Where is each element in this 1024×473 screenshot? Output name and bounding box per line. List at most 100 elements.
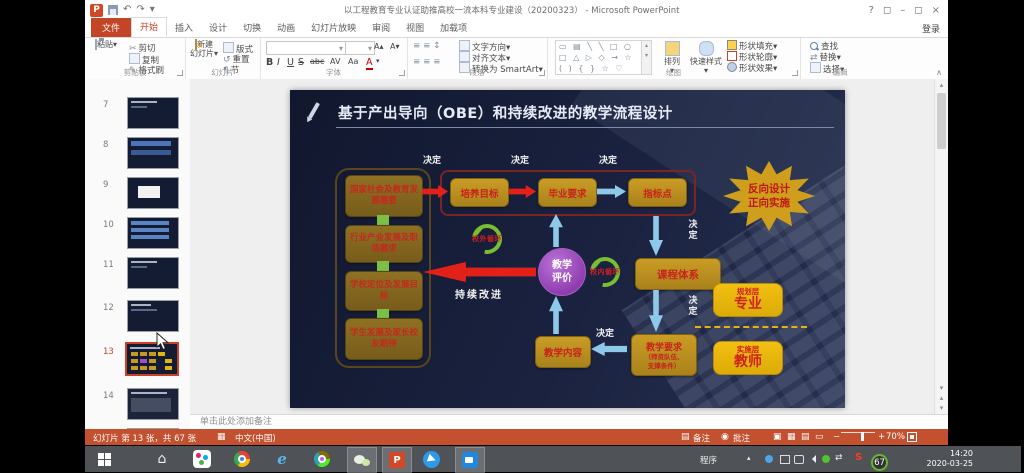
need-box-2[interactable]: 行业产业发展及职场需求 — [345, 225, 423, 263]
change-case-button[interactable]: Aa — [348, 57, 358, 66]
tab-design[interactable]: 设计 — [201, 19, 235, 37]
drawing-dialog-launcher[interactable] — [792, 70, 798, 76]
new-slide-button[interactable]: 新建 幻灯片▾ — [187, 40, 221, 58]
minimize-button[interactable]: – — [900, 5, 905, 16]
graduation-box[interactable]: 毕业要求 — [538, 178, 597, 207]
scrollbar-thumb[interactable] — [937, 93, 946, 149]
thumbnail-slide-14[interactable] — [127, 388, 179, 420]
plan-layer-box[interactable]: 规划层 专业 — [713, 283, 783, 317]
language-indicator[interactable]: 中文(中国) — [235, 432, 276, 444]
clear-formatting-button[interactable]: abc — [310, 57, 324, 66]
tray-wechat-icon[interactable] — [822, 455, 830, 463]
normal-view-button[interactable]: ▣ — [773, 432, 782, 442]
volume-icon[interactable] — [808, 455, 816, 463]
fit-slide-button[interactable] — [907, 432, 917, 442]
sign-in-link[interactable]: 登录 — [922, 22, 940, 35]
goal-box[interactable]: 培养目标 — [450, 178, 509, 207]
save-icon[interactable] — [108, 5, 118, 15]
need-box-3[interactable]: 学校定位及发展目标 — [345, 271, 423, 311]
tab-transitions[interactable]: 切换 — [235, 19, 269, 37]
tab-slideshow[interactable]: 幻灯片放映 — [303, 19, 364, 37]
help-button[interactable]: ? — [869, 5, 874, 16]
teaching-evaluation-circle[interactable]: 教学评价 — [538, 248, 586, 296]
teaching-content-box[interactable]: 教学内容 — [535, 336, 591, 368]
comments-toggle-icon[interactable]: ◉ — [721, 432, 729, 442]
tray-network-icon[interactable] — [765, 455, 773, 463]
redo-icon[interactable]: ↷ — [136, 5, 144, 15]
zoom-in-button[interactable]: + — [878, 432, 885, 442]
scroll-up-icon[interactable]: ▴ — [935, 79, 948, 89]
taskbar-chrome[interactable] — [233, 450, 251, 468]
taskbar-clock[interactable]: 14:20 2020-03-25 — [927, 449, 974, 469]
ribbon-options-button[interactable]: ◻ — [883, 5, 891, 16]
thumbnail-slide-8[interactable] — [127, 137, 179, 169]
hidden-icons-button[interactable]: ▴ — [747, 454, 751, 462]
restore-button[interactable]: ◻ — [914, 5, 922, 16]
taskbar-recorder-app[interactable] — [455, 447, 485, 473]
character-spacing-button[interactable]: AV — [330, 57, 340, 66]
slideshow-view-button[interactable]: ▭ — [815, 432, 824, 442]
paragraph-row2-icons[interactable]: ≡≡≡ — [413, 57, 443, 67]
vertical-scrollbar[interactable]: ▴ ▾ ▴ ▾ — [934, 79, 948, 414]
font-size-select[interactable]: ▾ — [345, 41, 375, 55]
scroll-down-icon[interactable]: ▾ — [935, 384, 948, 392]
thumbnail-slide-7[interactable] — [127, 97, 179, 129]
grow-font-button[interactable]: A▴ — [374, 42, 384, 51]
thumbnail-slide-12[interactable] — [127, 300, 179, 332]
previous-slide-icon[interactable]: ▴ — [935, 394, 948, 402]
zoom-slider-handle[interactable] — [861, 432, 864, 441]
font-name-select[interactable]: ▾ — [266, 41, 346, 55]
taskbar-powerpoint[interactable]: P — [382, 447, 412, 473]
paragraph-dialog-launcher[interactable] — [539, 70, 545, 76]
slide-sorter-view-button[interactable]: ▦ — [787, 432, 796, 442]
zoom-out-button[interactable]: − — [833, 432, 840, 442]
start-button[interactable] — [95, 450, 113, 468]
paragraph-row1-icons[interactable]: ≡≡↕ — [413, 41, 443, 51]
tab-animations[interactable]: 动画 — [269, 19, 303, 37]
paste-button[interactable]: 粘贴▾ — [89, 40, 123, 49]
tab-home[interactable]: 开始 — [131, 17, 167, 37]
font-dialog-launcher[interactable] — [399, 70, 405, 76]
slide-number-indicator[interactable]: 幻灯片 第 13 张，共 67 张 — [93, 432, 196, 444]
slide-thumbnail-panel[interactable]: 7 8 9 10 11 12 13 14 15 — [85, 79, 191, 429]
tray-projector-icon[interactable] — [794, 455, 804, 464]
indicator-box[interactable]: 指标点 — [628, 178, 687, 207]
tray-toolbar-label[interactable]: 程序 — [700, 454, 717, 466]
slide-edit-area[interactable]: 基于产出导向（OBE）和持续改进的教学流程设计 国家社会及教育发展需要 行业产业… — [190, 79, 935, 414]
tab-insert[interactable]: 插入 — [167, 19, 201, 37]
collapse-ribbon-button[interactable]: ∧ — [936, 68, 942, 77]
need-box-1[interactable]: 国家社会及教育发展需要 — [345, 175, 423, 217]
thumbnail-slide-11[interactable] — [127, 257, 179, 289]
notes-toggle[interactable]: 备注 — [693, 432, 710, 444]
zoom-slider-track[interactable] — [841, 432, 875, 433]
taskbar-browser-2[interactable] — [313, 450, 331, 468]
comments-toggle[interactable]: 批注 — [733, 432, 750, 444]
impl-layer-box[interactable]: 实施层 教师 — [713, 341, 783, 375]
sogou-input-icon[interactable]: S — [855, 452, 862, 463]
thumbnail-slide-10[interactable] — [127, 217, 179, 249]
notes-pane[interactable]: 单击此处添加备注 — [190, 414, 948, 430]
thumbnail-slide-13[interactable] — [125, 342, 179, 376]
tab-review[interactable]: 审阅 — [364, 19, 398, 37]
security-score-badge[interactable]: 67 — [871, 454, 888, 471]
next-slide-icon[interactable]: ▾ — [935, 404, 948, 412]
teaching-requirement-box[interactable]: 教学要求 （师资队伍、 支撑条件） — [631, 334, 697, 376]
tray-input-switch-icon[interactable]: ⇄ — [835, 453, 843, 463]
spellcheck-icon[interactable]: ▦ — [217, 432, 226, 442]
shrink-font-button[interactable]: A▾ — [390, 42, 400, 51]
slide-canvas[interactable]: 基于产出导向（OBE）和持续改进的教学流程设计 国家社会及教育发展需要 行业产业… — [290, 90, 845, 408]
tray-display-icon[interactable] — [780, 455, 790, 464]
tab-addins[interactable]: 加载项 — [432, 19, 475, 37]
notes-toggle-icon[interactable]: ▤ — [681, 432, 690, 442]
taskbar-pointer-app[interactable] — [422, 450, 440, 468]
close-button[interactable]: × — [932, 5, 940, 16]
need-box-4[interactable]: 学生发展及家长校友期待 — [345, 318, 423, 360]
font-color-caret[interactable]: ▾ — [376, 57, 380, 65]
taskbar-home-app[interactable]: ⌂ — [153, 450, 171, 468]
taskbar-wechat[interactable] — [347, 447, 377, 473]
thumbnail-slide-9[interactable] — [127, 177, 179, 209]
reading-view-button[interactable]: ▤ — [801, 432, 810, 442]
clipboard-dialog-launcher[interactable] — [177, 70, 183, 76]
tab-file[interactable]: 文件 — [91, 18, 131, 37]
curriculum-box[interactable]: 课程体系 — [635, 258, 721, 290]
